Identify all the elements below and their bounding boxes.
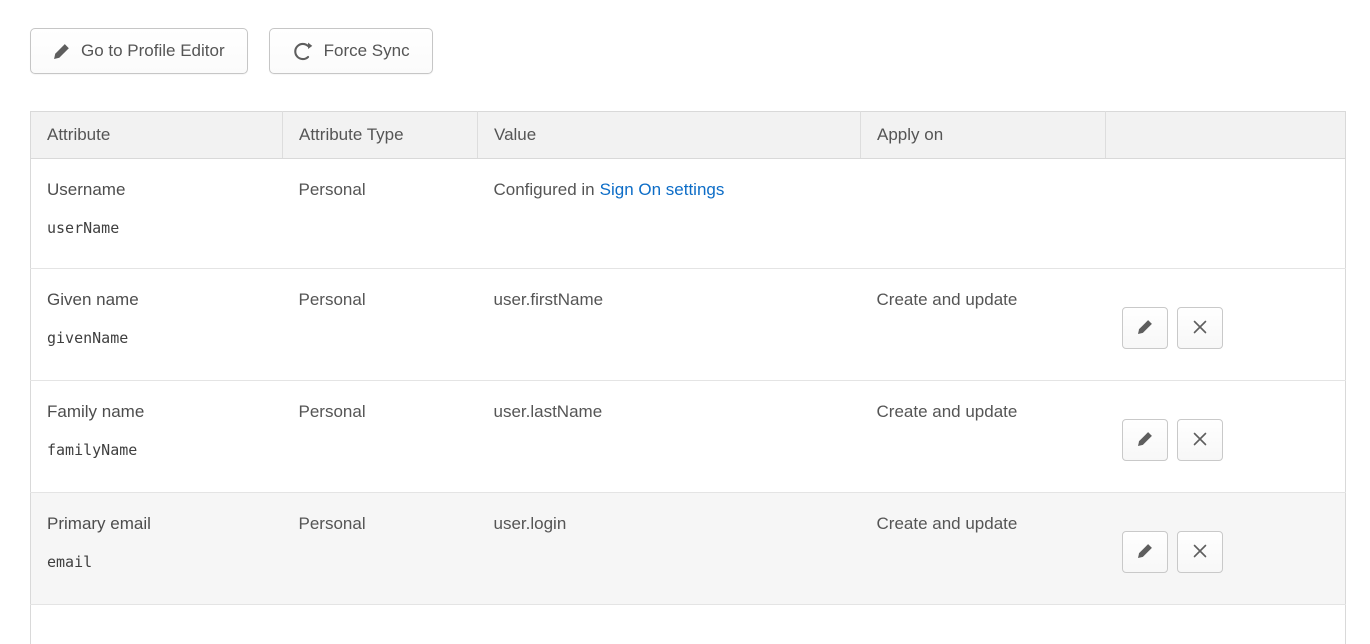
attribute-type-cell: Personal [283, 269, 478, 381]
attribute-label: Username [47, 180, 267, 200]
mapping-expression: user.lastName [494, 402, 603, 421]
attribute-type: Personal [299, 402, 366, 421]
header-actions [1106, 112, 1346, 159]
attribute-mappings-table: Attribute Attribute Type Value Apply on … [30, 111, 1346, 644]
attribute-cell: Given name givenName [31, 269, 283, 381]
attribute-mappings-page: Go to Profile Editor Force Sync Attribut… [0, 0, 1370, 644]
attribute-label: Given name [47, 290, 267, 310]
apply-on-cell: Create and update [861, 493, 1106, 605]
attribute-cell: Primary email email [31, 493, 283, 605]
pencil-icon [1137, 431, 1153, 450]
attribute-variable: userName [47, 219, 267, 237]
mapping-expression: user.firstName [494, 290, 604, 309]
go-to-profile-editor-label: Go to Profile Editor [81, 41, 225, 61]
value-cell: Configured in Sign On settings [478, 159, 861, 269]
remove-attribute-button[interactable] [1177, 531, 1223, 573]
force-sync-label: Force Sync [324, 41, 410, 61]
close-icon [1193, 432, 1207, 449]
table-row: Primary email email Personal user.login … [31, 493, 1346, 605]
edit-attribute-button[interactable] [1122, 419, 1168, 461]
actions-cell [1106, 159, 1346, 269]
apply-on: Create and update [877, 514, 1018, 533]
attribute-type-cell: Personal [283, 159, 478, 269]
toolbar: Go to Profile Editor Force Sync [30, 28, 1345, 74]
empty-cell [31, 605, 1346, 644]
pencil-icon [53, 43, 70, 60]
go-to-profile-editor-button[interactable]: Go to Profile Editor [30, 28, 248, 74]
edit-attribute-button[interactable] [1122, 531, 1168, 573]
apply-on-cell [861, 159, 1106, 269]
apply-on: Create and update [877, 402, 1018, 421]
table-row: Username userName Personal Configured in… [31, 159, 1346, 269]
force-sync-button[interactable]: Force Sync [269, 28, 433, 74]
table-row: Family name familyName Personal user.las… [31, 381, 1346, 493]
value-cell: user.lastName [478, 381, 861, 493]
attribute-cell: Username userName [31, 159, 283, 269]
remove-attribute-button[interactable] [1177, 419, 1223, 461]
table-row: Given name givenName Personal user.first… [31, 269, 1346, 381]
attribute-type-cell: Personal [283, 381, 478, 493]
close-icon [1193, 544, 1207, 561]
sign-on-settings-link[interactable]: Sign On settings [600, 180, 725, 199]
value-prefix: Configured in [494, 180, 595, 199]
attribute-cell: Family name familyName [31, 381, 283, 493]
apply-on: Create and update [877, 290, 1018, 309]
actions-cell [1106, 381, 1346, 493]
attribute-label: Primary email [47, 514, 267, 534]
empty-row [31, 605, 1346, 644]
header-apply-on: Apply on [861, 112, 1106, 159]
edit-attribute-button[interactable] [1122, 307, 1168, 349]
pencil-icon [1137, 319, 1153, 338]
attribute-variable: email [47, 553, 267, 571]
header-value: Value [478, 112, 861, 159]
attribute-variable: givenName [47, 329, 267, 347]
attribute-type: Personal [299, 180, 366, 199]
attribute-label: Family name [47, 402, 267, 422]
pencil-icon [1137, 543, 1153, 562]
value-cell: user.firstName [478, 269, 861, 381]
table-header-row: Attribute Attribute Type Value Apply on [31, 112, 1346, 159]
sync-icon [292, 41, 313, 62]
attribute-type-cell: Personal [283, 493, 478, 605]
mapping-expression: user.login [494, 514, 567, 533]
remove-attribute-button[interactable] [1177, 307, 1223, 349]
header-attribute: Attribute [31, 112, 283, 159]
attribute-type: Personal [299, 514, 366, 533]
actions-cell [1106, 269, 1346, 381]
attribute-variable: familyName [47, 441, 267, 459]
value-cell: user.login [478, 493, 861, 605]
actions-cell [1106, 493, 1346, 605]
attribute-type: Personal [299, 290, 366, 309]
apply-on-cell: Create and update [861, 381, 1106, 493]
apply-on-cell: Create and update [861, 269, 1106, 381]
header-attribute-type: Attribute Type [283, 112, 478, 159]
close-icon [1193, 320, 1207, 337]
